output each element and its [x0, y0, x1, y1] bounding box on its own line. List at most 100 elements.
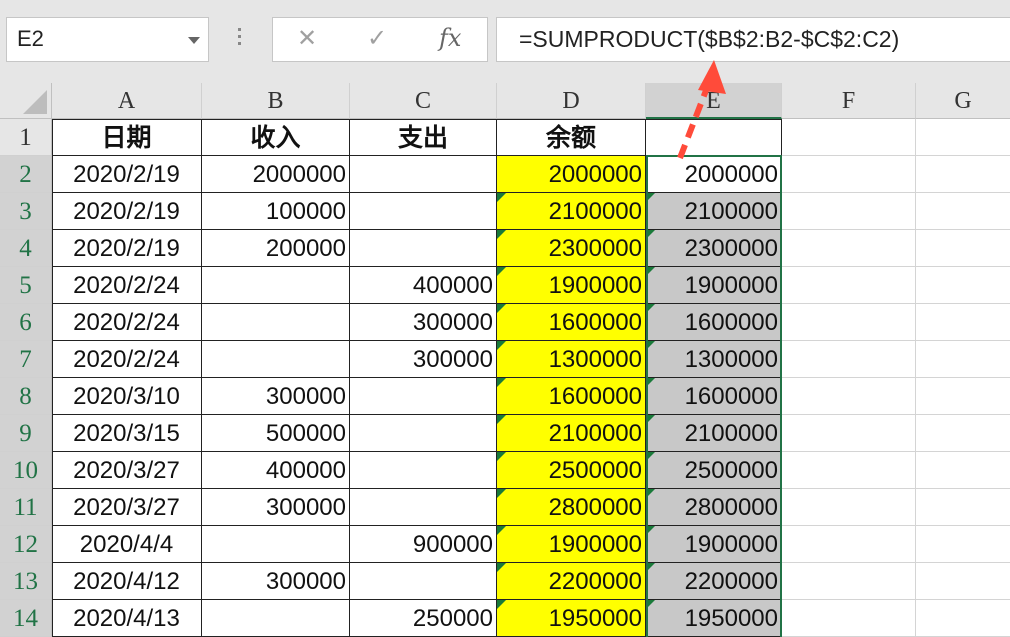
select-all-button[interactable]: [0, 83, 52, 119]
row-header[interactable]: 1: [0, 119, 52, 156]
empty-cell[interactable]: [782, 156, 916, 193]
cell-result[interactable]: 2000000: [646, 156, 782, 193]
drag-handle-icon[interactable]: [238, 28, 241, 49]
row-header[interactable]: 2: [0, 156, 52, 193]
cell-result[interactable]: 1900000: [646, 526, 782, 563]
cell-date[interactable]: 2020/2/19: [52, 193, 202, 230]
cell-income[interactable]: 300000: [202, 563, 350, 600]
cell-date[interactable]: 2020/2/24: [52, 304, 202, 341]
cell-result[interactable]: 1950000: [646, 600, 782, 637]
header-cell-expense[interactable]: 支出: [350, 119, 497, 156]
cell-income[interactable]: [202, 341, 350, 378]
name-box[interactable]: E2: [6, 17, 209, 62]
column-header-c[interactable]: C: [350, 83, 497, 119]
cell-expense[interactable]: [350, 452, 497, 489]
empty-cell[interactable]: [916, 230, 1010, 267]
cell-result[interactable]: 2800000: [646, 489, 782, 526]
cell-expense[interactable]: 400000: [350, 267, 497, 304]
cell-result[interactable]: 2500000: [646, 452, 782, 489]
empty-cell[interactable]: [916, 378, 1010, 415]
cell-income[interactable]: 300000: [202, 378, 350, 415]
header-cell-date[interactable]: 日期: [52, 119, 202, 156]
cell-date[interactable]: 2020/3/15: [52, 415, 202, 452]
cell-income[interactable]: [202, 600, 350, 637]
cell-result[interactable]: 2100000: [646, 193, 782, 230]
cell-date[interactable]: 2020/2/19: [52, 230, 202, 267]
empty-cell[interactable]: [916, 563, 1010, 600]
cell-income[interactable]: 400000: [202, 452, 350, 489]
column-header-f[interactable]: F: [782, 83, 916, 119]
cell-income[interactable]: [202, 304, 350, 341]
empty-cell[interactable]: [916, 193, 1010, 230]
row-header[interactable]: 12: [0, 526, 52, 563]
formula-input[interactable]: =SUMPRODUCT($B$2:B2-$C$2:C2): [496, 17, 1010, 62]
cell-income[interactable]: 100000: [202, 193, 350, 230]
empty-cell[interactable]: [916, 304, 1010, 341]
chevron-down-icon[interactable]: [188, 37, 200, 44]
empty-cell[interactable]: [916, 267, 1010, 304]
cell-balance[interactable]: 1600000: [497, 304, 646, 341]
cell-balance[interactable]: 2100000: [497, 415, 646, 452]
cell-balance[interactable]: 1600000: [497, 378, 646, 415]
empty-cell[interactable]: [782, 600, 916, 637]
cell-balance[interactable]: 2500000: [497, 452, 646, 489]
cell-expense[interactable]: [350, 563, 497, 600]
cell-balance[interactable]: 2200000: [497, 563, 646, 600]
cell-income[interactable]: 500000: [202, 415, 350, 452]
row-header[interactable]: 8: [0, 378, 52, 415]
cell-result[interactable]: 2100000: [646, 415, 782, 452]
cell-date[interactable]: 2020/3/10: [52, 378, 202, 415]
empty-cell[interactable]: [782, 304, 916, 341]
cell-date[interactable]: 2020/4/13: [52, 600, 202, 637]
cell-result[interactable]: 1600000: [646, 304, 782, 341]
cell-expense[interactable]: [350, 193, 497, 230]
cell-expense[interactable]: [350, 378, 497, 415]
cell-income[interactable]: 300000: [202, 489, 350, 526]
cell-expense[interactable]: [350, 230, 497, 267]
row-header[interactable]: 9: [0, 415, 52, 452]
empty-cell[interactable]: [916, 341, 1010, 378]
cell-expense[interactable]: 300000: [350, 341, 497, 378]
empty-cell[interactable]: [916, 415, 1010, 452]
column-header-e[interactable]: E: [646, 83, 782, 119]
cell-date[interactable]: 2020/3/27: [52, 452, 202, 489]
cell-date[interactable]: 2020/2/19: [52, 156, 202, 193]
close-icon[interactable]: ✕: [297, 24, 317, 52]
row-header[interactable]: 13: [0, 563, 52, 600]
row-header[interactable]: 5: [0, 267, 52, 304]
cell-expense[interactable]: [350, 156, 497, 193]
cell-date[interactable]: 2020/4/4: [52, 526, 202, 563]
cell-result[interactable]: 1600000: [646, 378, 782, 415]
cell-expense[interactable]: [350, 489, 497, 526]
cell-balance[interactable]: 1900000: [497, 267, 646, 304]
cell-balance[interactable]: 2800000: [497, 489, 646, 526]
cell-balance[interactable]: 1300000: [497, 341, 646, 378]
cell-balance[interactable]: 1950000: [497, 600, 646, 637]
cell-income[interactable]: 2000000: [202, 156, 350, 193]
empty-cell[interactable]: [782, 415, 916, 452]
cell-date[interactable]: 2020/3/27: [52, 489, 202, 526]
cell-income[interactable]: 200000: [202, 230, 350, 267]
cell-income[interactable]: [202, 267, 350, 304]
empty-cell[interactable]: [782, 119, 916, 156]
empty-cell[interactable]: [916, 156, 1010, 193]
check-icon[interactable]: ✓: [367, 24, 387, 52]
empty-cell[interactable]: [782, 489, 916, 526]
cell-balance[interactable]: 2000000: [497, 156, 646, 193]
cell-result[interactable]: 1300000: [646, 341, 782, 378]
insert-function-button[interactable]: fx: [439, 24, 461, 52]
empty-cell[interactable]: [916, 119, 1010, 156]
header-cell-income[interactable]: 收入: [202, 119, 350, 156]
cell-balance[interactable]: 2300000: [497, 230, 646, 267]
cell-balance[interactable]: 2100000: [497, 193, 646, 230]
cell-expense[interactable]: 250000: [350, 600, 497, 637]
row-header[interactable]: 14: [0, 600, 52, 637]
row-header[interactable]: 10: [0, 452, 52, 489]
empty-cell[interactable]: [916, 600, 1010, 637]
empty-cell[interactable]: [916, 452, 1010, 489]
empty-cell[interactable]: [782, 230, 916, 267]
cell-expense[interactable]: [350, 415, 497, 452]
column-header-b[interactable]: B: [202, 83, 350, 119]
empty-cell[interactable]: [782, 526, 916, 563]
empty-cell[interactable]: [782, 267, 916, 304]
